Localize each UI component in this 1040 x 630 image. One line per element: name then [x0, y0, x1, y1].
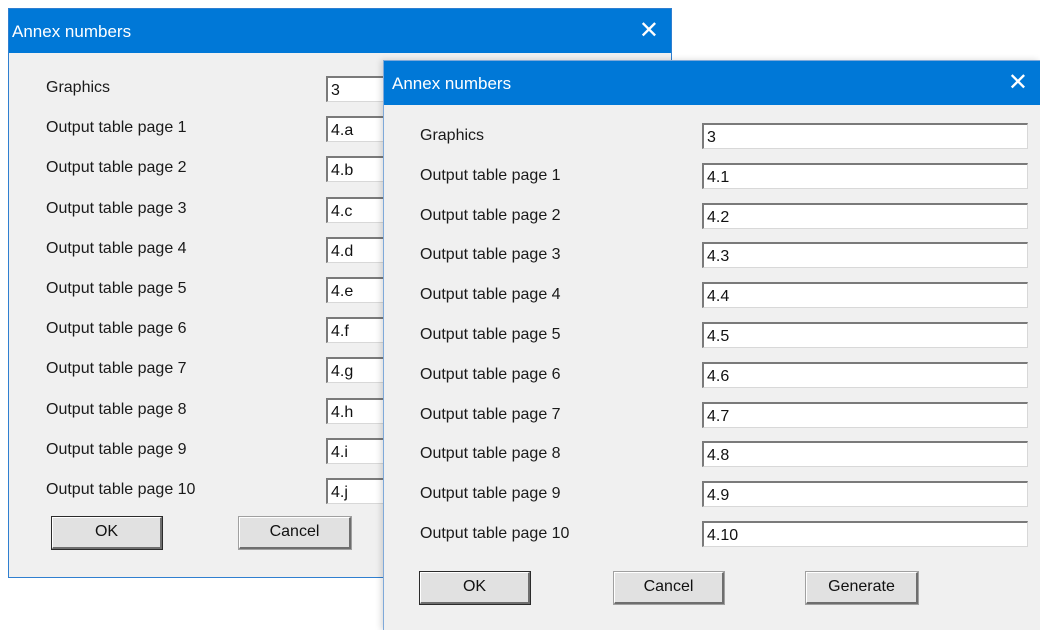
- close-icon[interactable]: ✕: [1008, 68, 1028, 96]
- field-label: Output table page 1: [46, 119, 187, 137]
- field-label: Output table page 8: [420, 445, 561, 463]
- field-label: Output table page 7: [420, 405, 561, 423]
- field-label: Output table page 3: [46, 199, 187, 217]
- field-label: Output table page 10: [46, 481, 196, 498]
- field-label: Output table page 6: [46, 320, 187, 338]
- annex-number-input[interactable]: 4.9: [702, 481, 1028, 508]
- field-label: Output table page 7: [46, 360, 187, 378]
- annex-number-input[interactable]: 4.1: [702, 162, 1028, 189]
- graphics-annex-input[interactable]: 3: [702, 123, 1028, 149]
- row-output-table-page-2: Output table page 2 4.2: [384, 202, 1040, 241]
- row-output-table-page-7: Output table page 7 4.7: [384, 401, 1040, 440]
- field-label: Output table page 2: [420, 206, 561, 224]
- row-output-table-page-10: Output table page 10 4.10: [384, 521, 1040, 559]
- ok-button[interactable]: OK: [51, 516, 163, 550]
- dialog-title: Annex numbers: [392, 74, 512, 93]
- row-output-table-page-8: Output table page 8 4.8: [384, 441, 1040, 479]
- cancel-button[interactable]: Cancel: [613, 571, 725, 605]
- field-label: Output table page 8: [46, 400, 187, 418]
- annex-number-input[interactable]: 4.6: [702, 361, 1028, 388]
- row-output-table-page-5: Output table page 5 4.5: [384, 322, 1040, 360]
- generate-button[interactable]: Generate: [805, 571, 919, 605]
- title-bar[interactable]: Annex numbers ✕: [9, 9, 671, 53]
- field-label: Output table page 3: [420, 246, 561, 264]
- field-label: Output table page 6: [420, 365, 561, 383]
- annex-number-input[interactable]: 4.10: [702, 521, 1028, 547]
- field-label: Output table page 4: [420, 286, 561, 304]
- annex-number-input[interactable]: 4.8: [702, 441, 1028, 468]
- dialog-title: Annex numbers: [12, 22, 132, 41]
- ok-button[interactable]: OK: [419, 571, 531, 605]
- field-label: Graphics: [46, 79, 111, 96]
- row-output-table-page-9: Output table page 9 4.9: [384, 481, 1040, 519]
- annex-number-input[interactable]: 4.4: [702, 282, 1028, 309]
- field-label: Graphics: [420, 127, 485, 144]
- field-label: Output table page 5: [420, 326, 561, 343]
- field-label: Output table page 1: [420, 166, 561, 184]
- annex-number-input[interactable]: 4.2: [702, 202, 1028, 229]
- field-label: Output table page 2: [46, 159, 187, 177]
- field-label: Output table page 9: [420, 485, 561, 503]
- cancel-button[interactable]: Cancel: [238, 516, 352, 550]
- close-icon[interactable]: ✕: [639, 16, 659, 44]
- row-output-table-page-4: Output table page 4 4.4: [384, 282, 1040, 320]
- row-output-table-page-3: Output table page 3 4.3: [384, 242, 1040, 280]
- annex-number-input[interactable]: 4.5: [702, 322, 1028, 348]
- title-bar[interactable]: Annex numbers ✕: [384, 61, 1040, 105]
- annex-numbers-dialog-front: Annex numbers ✕ Graphics 3 Output table pa…: [383, 60, 1040, 630]
- annex-number-input[interactable]: 4.3: [702, 242, 1028, 269]
- field-label: Output table page 5: [46, 280, 187, 297]
- row-graphics: Graphics 3: [384, 123, 1040, 161]
- annex-number-input[interactable]: 4.7: [702, 401, 1028, 428]
- row-output-table-page-6: Output table page 6 4.6: [384, 361, 1040, 400]
- row-output-table-page-1: Output table page 1 4.1: [384, 162, 1040, 201]
- field-label: Output table page 4: [46, 239, 187, 257]
- field-label: Output table page 9: [46, 440, 187, 458]
- field-label: Output table page 10: [420, 525, 570, 542]
